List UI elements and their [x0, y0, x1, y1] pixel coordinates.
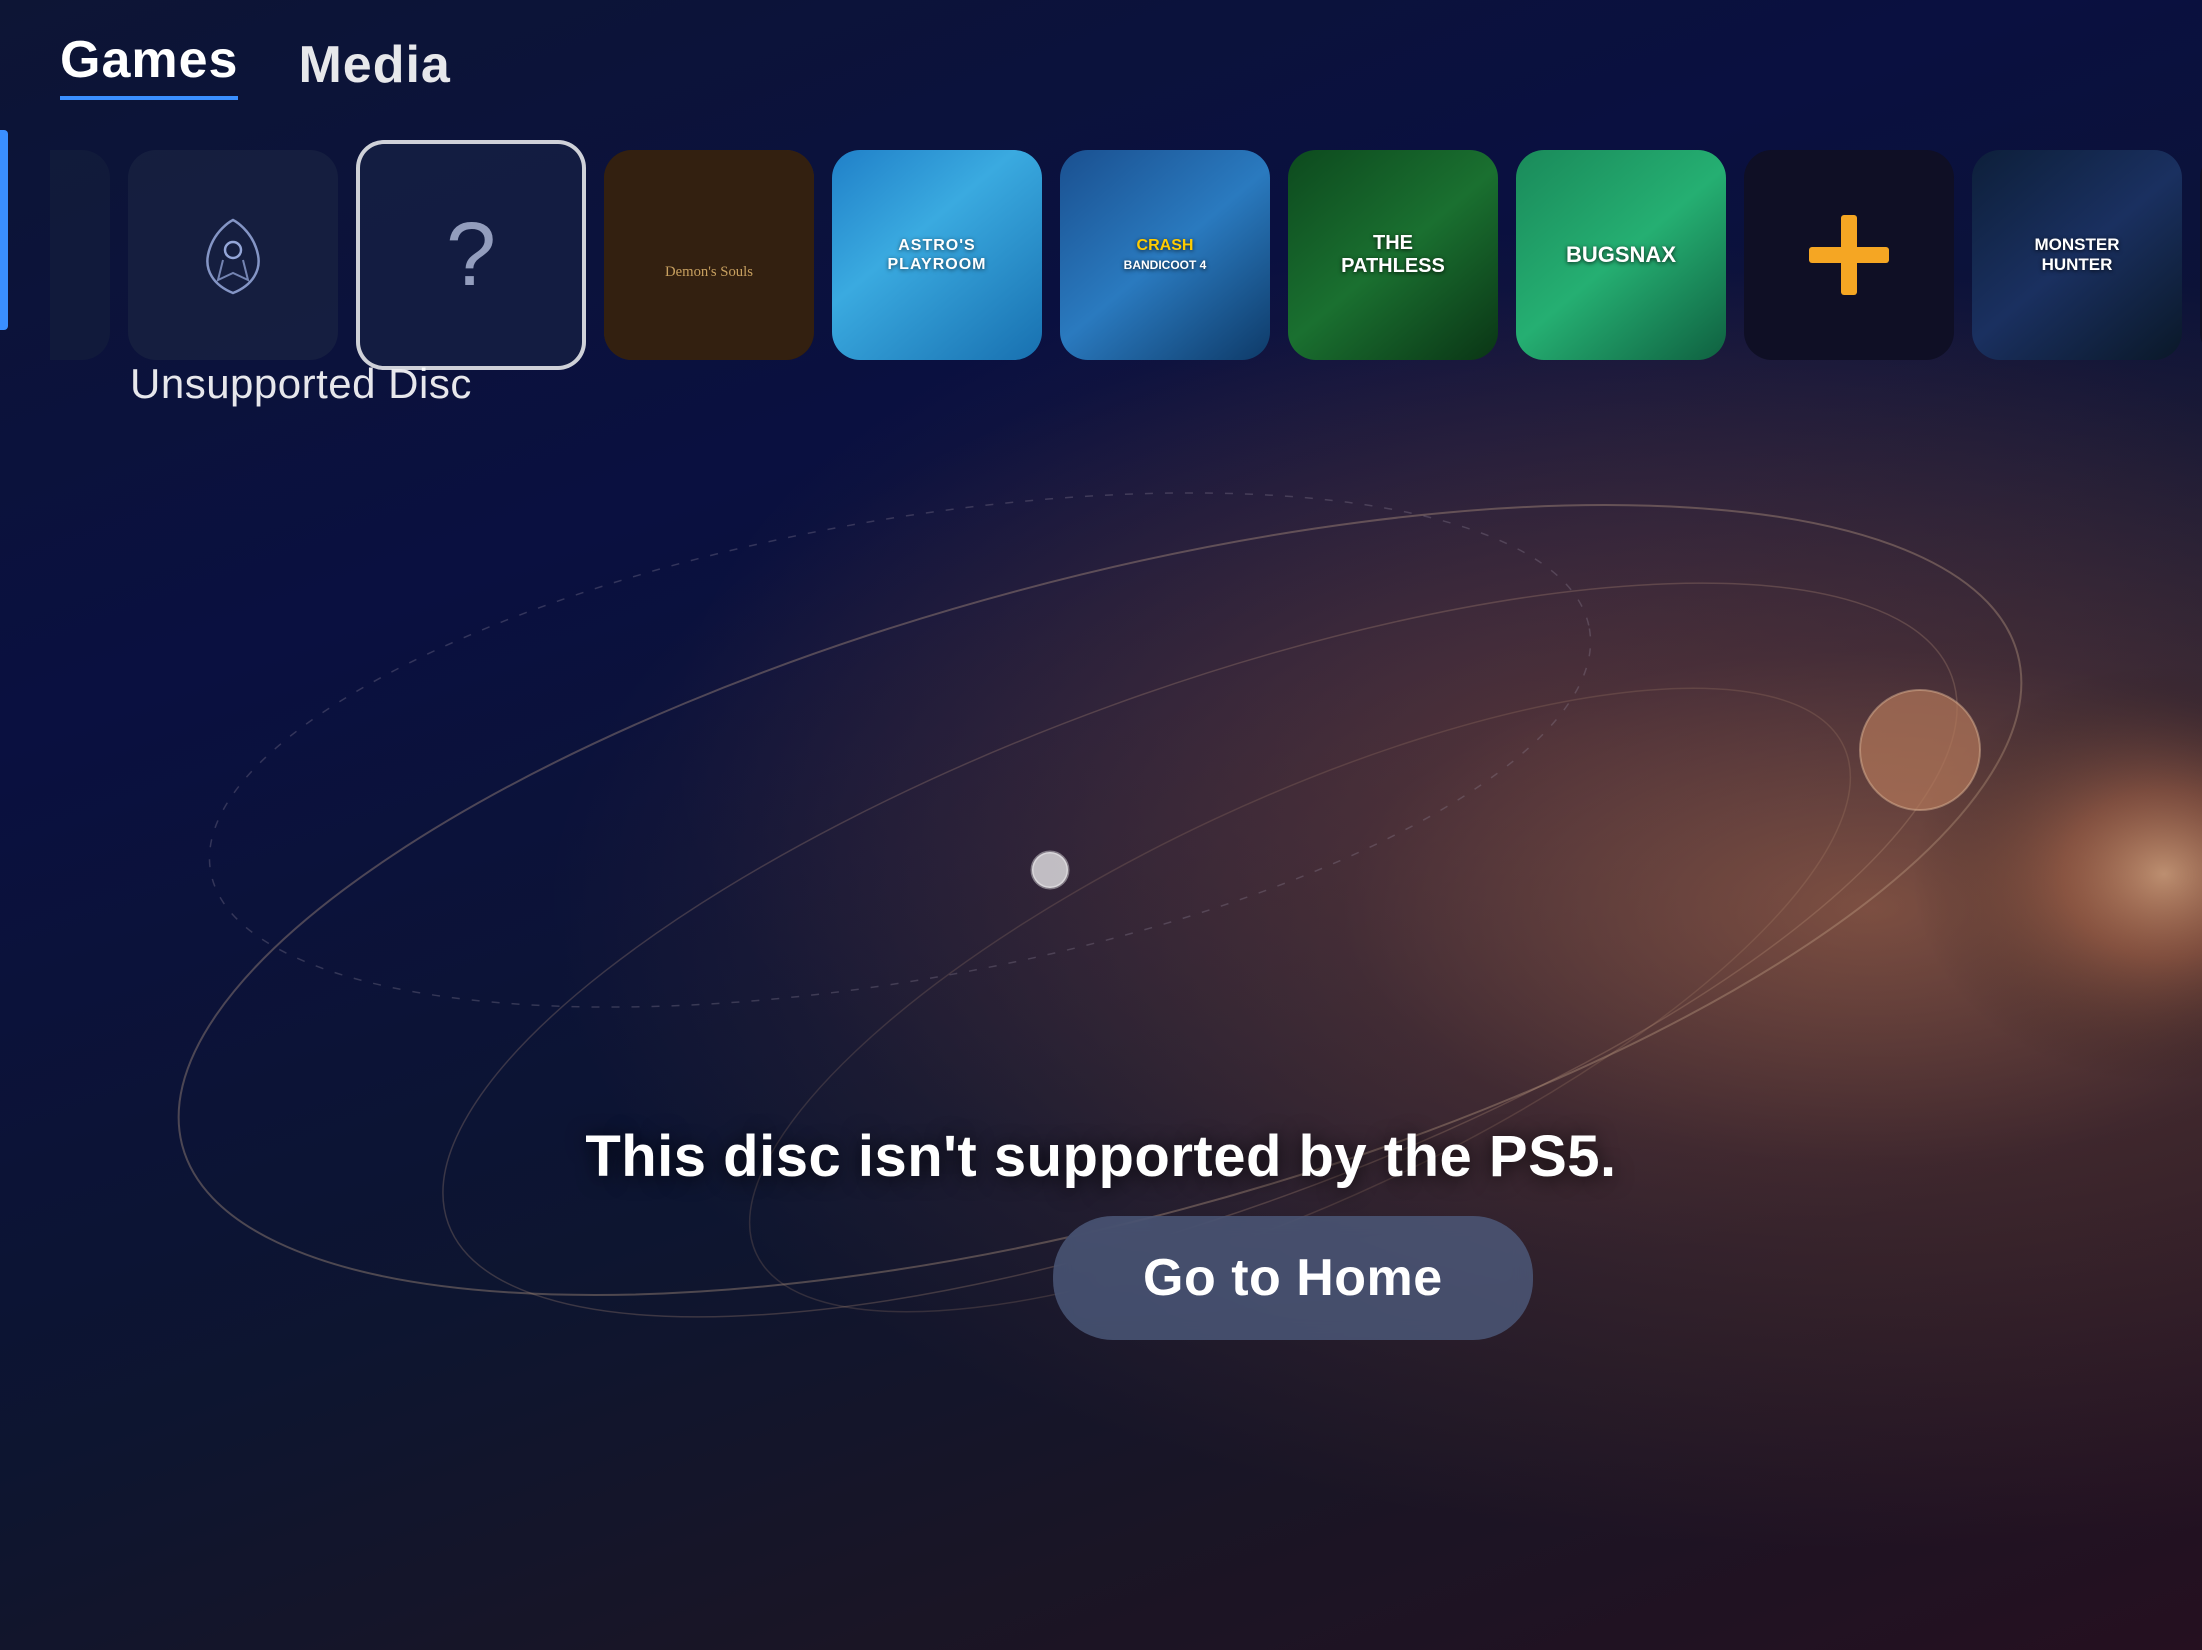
pathless-label: THEPATHLESS — [1288, 150, 1498, 360]
bugsnax-icon[interactable]: BUGSNAX — [1516, 150, 1726, 360]
error-message-container: This disc isn't supported by the PS5. — [0, 1123, 2202, 1190]
unsupported-disc-icon[interactable]: ? — [356, 140, 586, 370]
explore-icon[interactable] — [128, 150, 338, 360]
blue-accent — [0, 130, 8, 330]
unsupported-disc-label: Unsupported Disc — [130, 360, 472, 408]
astro-label: ASTRO'sPLAYROOM — [888, 236, 987, 274]
question-mark-icon: ? — [446, 204, 496, 307]
demons-souls-label: Demon'sSouls — [604, 150, 814, 360]
astro-playroom-icon[interactable]: ASTRO'sPLAYROOM — [832, 150, 1042, 360]
partial-left-game[interactable] — [50, 150, 110, 360]
psplus-icon[interactable] — [1744, 150, 1954, 360]
tab-media[interactable]: Media — [298, 35, 450, 95]
go-to-home-button[interactable]: Go to Home — [1053, 1216, 1533, 1340]
monster-hunter-icon[interactable]: MONSTERHUNTER — [1972, 150, 2182, 360]
the-pathless-icon[interactable]: THEPATHLESS — [1288, 150, 1498, 360]
tab-games[interactable]: Games — [60, 30, 238, 100]
rocket-icon — [183, 205, 283, 305]
top-navigation: Games Media — [0, 0, 2202, 130]
crash-label: CRASHBANDICOOT 4 — [1124, 236, 1207, 274]
demons-souls-icon[interactable]: Demon'sSouls — [604, 150, 814, 360]
crash-bandicoot-icon[interactable]: CRASHBANDICOOT 4 — [1060, 150, 1270, 360]
go-home-label: Go to Home — [1143, 1249, 1443, 1307]
monster-hunter-label: MONSTERHUNTER — [1972, 150, 2182, 360]
games-row: ? Demon'sSouls ASTRO'sPLAYROOM CRASHBAND… — [0, 120, 2202, 390]
disc-error-text: This disc isn't supported by the PS5. — [0, 1123, 2202, 1190]
psplus-symbol — [1789, 195, 1909, 315]
bugsnax-label: BUGSNAX — [1516, 150, 1726, 360]
